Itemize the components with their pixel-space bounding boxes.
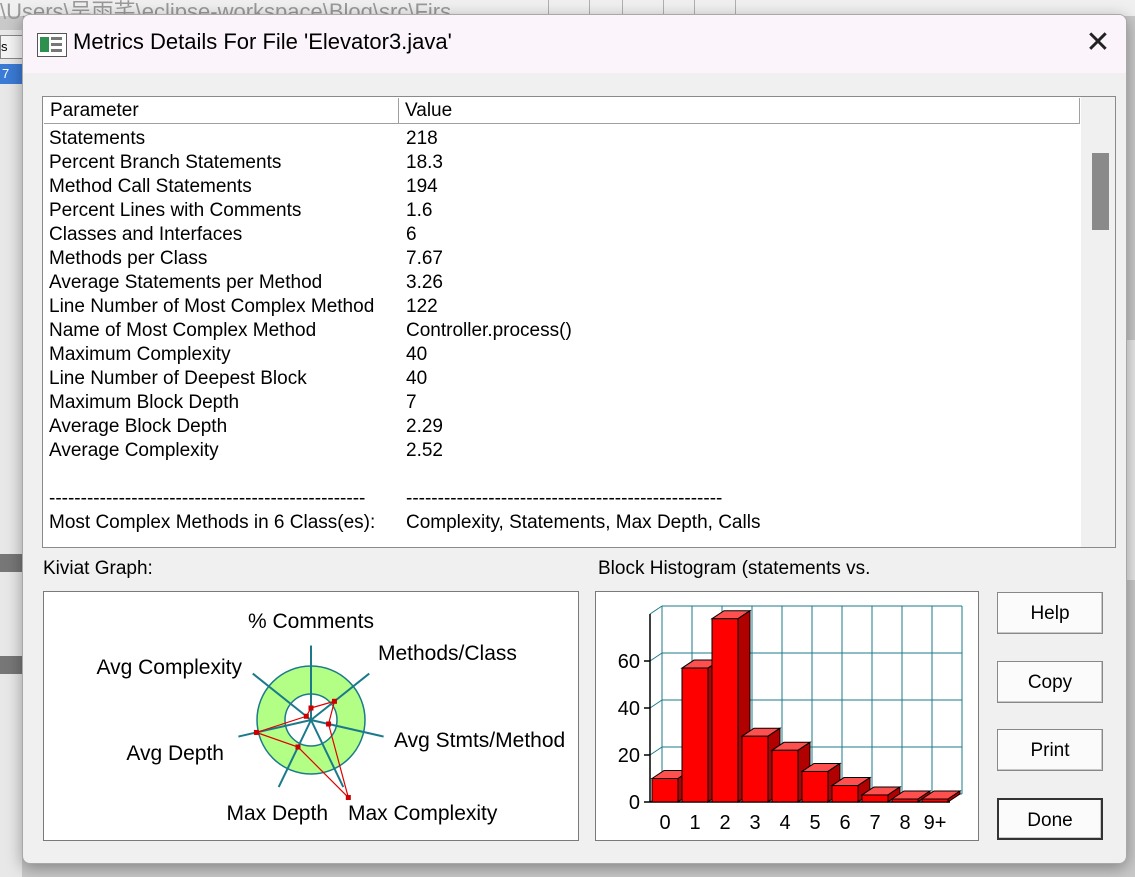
- kiviat-axis-label: Methods/Class: [378, 642, 517, 665]
- metric-parameter: Method Call Statements: [49, 176, 252, 197]
- kiviat-value-point: [295, 744, 301, 750]
- done-button[interactable]: Done: [997, 798, 1103, 840]
- histogram-x-tick-label: 8: [899, 812, 910, 834]
- histogram-grid-line: [649, 605, 663, 615]
- help-button[interactable]: Help: [997, 592, 1103, 634]
- list-header: Parameter Value: [44, 98, 1080, 124]
- metric-parameter: Line Number of Deepest Block: [49, 368, 307, 389]
- background-maximize-button[interactable]: [622, 0, 664, 15]
- dialog-titlebar: Metrics Details For File 'Elevator3.java…: [23, 15, 1126, 73]
- metric-value: 6: [406, 224, 417, 245]
- block-histogram-svg: 02040600 1 2 3 4 5 6 7 8 9+: [618, 605, 963, 834]
- metric-parameter: Percent Lines with Comments: [49, 200, 302, 221]
- metric-parameter: Statements: [49, 128, 146, 149]
- metric-value: Complexity, Statements, Max Depth, Calls: [406, 512, 761, 533]
- background-strip: [0, 656, 22, 674]
- metric-parameter: Classes and Interfaces: [49, 224, 243, 245]
- histogram-y-tick-label: 40: [618, 698, 640, 720]
- histogram-x-tick-label: 1: [689, 812, 700, 834]
- background-selected-item[interactable]: 7: [0, 64, 24, 84]
- kiviat-graph-label: Kiviat Graph:: [43, 558, 153, 579]
- close-button[interactable]: ✕: [1076, 23, 1120, 63]
- metric-parameter: Percent Branch Statements: [49, 152, 282, 173]
- background-strip: [0, 554, 22, 572]
- metric-parameter: Maximum Block Depth: [49, 392, 240, 413]
- metric-value: 40: [406, 344, 428, 365]
- metric-parameter: Methods per Class: [49, 248, 208, 269]
- histogram-x-tick-label: 6: [839, 812, 850, 834]
- metric-value: 1.6: [406, 200, 433, 221]
- metric-parameter: Most Complex Methods in 6 Class(es):: [49, 512, 376, 533]
- column-header-parameter[interactable]: Parameter: [44, 98, 399, 123]
- histogram-x-tick-label: 2: [719, 812, 730, 834]
- histogram-x-tick-label: 3: [749, 812, 760, 834]
- histogram-x-tick-label: 5: [809, 812, 820, 834]
- histogram-x-tick-label: 4: [779, 812, 790, 834]
- metric-parameter: Maximum Complexity: [49, 344, 231, 365]
- metric-value: 7.67: [406, 248, 443, 269]
- metrics-details-dialog: Metrics Details For File 'Elevator3.java…: [22, 14, 1127, 864]
- metric-value: 3.26: [406, 272, 443, 293]
- metric-value: 18.3: [406, 152, 443, 173]
- metric-value: Controller.process(): [406, 320, 572, 341]
- kiviat-value-point: [331, 698, 337, 704]
- histogram-grid-line: [649, 746, 663, 756]
- metric-value: 2.29: [406, 416, 443, 437]
- histogram-grid-line: [649, 652, 663, 662]
- metric-value: 218: [406, 128, 438, 149]
- histogram-y-tick-label: 20: [618, 745, 640, 767]
- metric-parameter: Line Number of Most Complex Method: [49, 296, 375, 317]
- background-tab[interactable]: s: [0, 35, 24, 59]
- kiviat-value-point: [345, 794, 351, 800]
- metric-value: ----------------------------------------…: [406, 488, 723, 509]
- kiviat-axis-label: Avg Stmts/Method: [394, 729, 565, 752]
- kiviat-axis-label: Max Depth: [226, 802, 328, 825]
- metric-parameter: Average Block Depth: [49, 416, 228, 437]
- histogram-x-tick-label: 7: [869, 812, 880, 834]
- dialog-title: Metrics Details For File 'Elevator3.java…: [73, 29, 452, 54]
- metric-parameter: Average Statements per Method: [49, 272, 323, 293]
- metric-parameter: Average Complexity: [49, 440, 219, 461]
- background-left-panel: s 7: [0, 30, 24, 877]
- histogram-y-tick-label: 60: [618, 651, 640, 673]
- background-minimize-button[interactable]: [548, 0, 590, 15]
- list-vertical-scrollbar[interactable]: [1081, 97, 1115, 547]
- print-button[interactable]: Print: [997, 729, 1103, 771]
- histogram-x-tick-label: 0: [659, 812, 670, 834]
- metric-value: 122: [406, 296, 438, 317]
- metric-value: 194: [406, 176, 438, 197]
- kiviat-axis-label: Avg Depth: [126, 742, 224, 765]
- histogram-x-tick-label: 9+: [924, 812, 947, 834]
- metrics-list[interactable]: Parameter Value Statements 218 Percent Bra…: [42, 96, 1116, 548]
- metric-value: 40: [406, 368, 428, 389]
- kiviat-value-point: [303, 713, 309, 719]
- histogram-grid-line: [649, 699, 663, 709]
- kiviat-axis-label: % Comments: [248, 610, 374, 633]
- metric-value: 7: [406, 392, 417, 413]
- background-close-button[interactable]: [694, 0, 736, 15]
- column-header-value[interactable]: Value: [399, 98, 1080, 123]
- kiviat-axis-label: Max Complexity: [348, 802, 498, 825]
- metrics-app-icon: [37, 33, 67, 57]
- block-histogram: 0 20 40 60 0 1 2 3 4 5 6 7 8 9+: [595, 591, 979, 841]
- kiviat-value-point: [253, 729, 259, 735]
- metric-parameter: ----------------------------------------…: [49, 488, 366, 509]
- metric-value: 2.52: [406, 440, 443, 461]
- kiviat-value-point: [308, 705, 314, 711]
- copy-button[interactable]: Copy: [997, 661, 1103, 703]
- kiviat-value-point: [326, 721, 332, 727]
- scrollbar-thumb[interactable]: [1092, 153, 1109, 230]
- kiviat-graph: % Comments Methods/Class Avg Stmts/Method M…: [43, 591, 579, 841]
- block-histogram-label: Block Histogram (statements vs.: [598, 558, 871, 579]
- kiviat-graph-svg: % CommentsMethods/Class Avg Stmts/Method M…: [96, 610, 565, 825]
- kiviat-axis-label: Avg Complexity: [96, 656, 242, 679]
- histogram-y-tick-label: 0: [629, 792, 640, 814]
- metric-parameter: Name of Most Complex Method: [49, 320, 317, 341]
